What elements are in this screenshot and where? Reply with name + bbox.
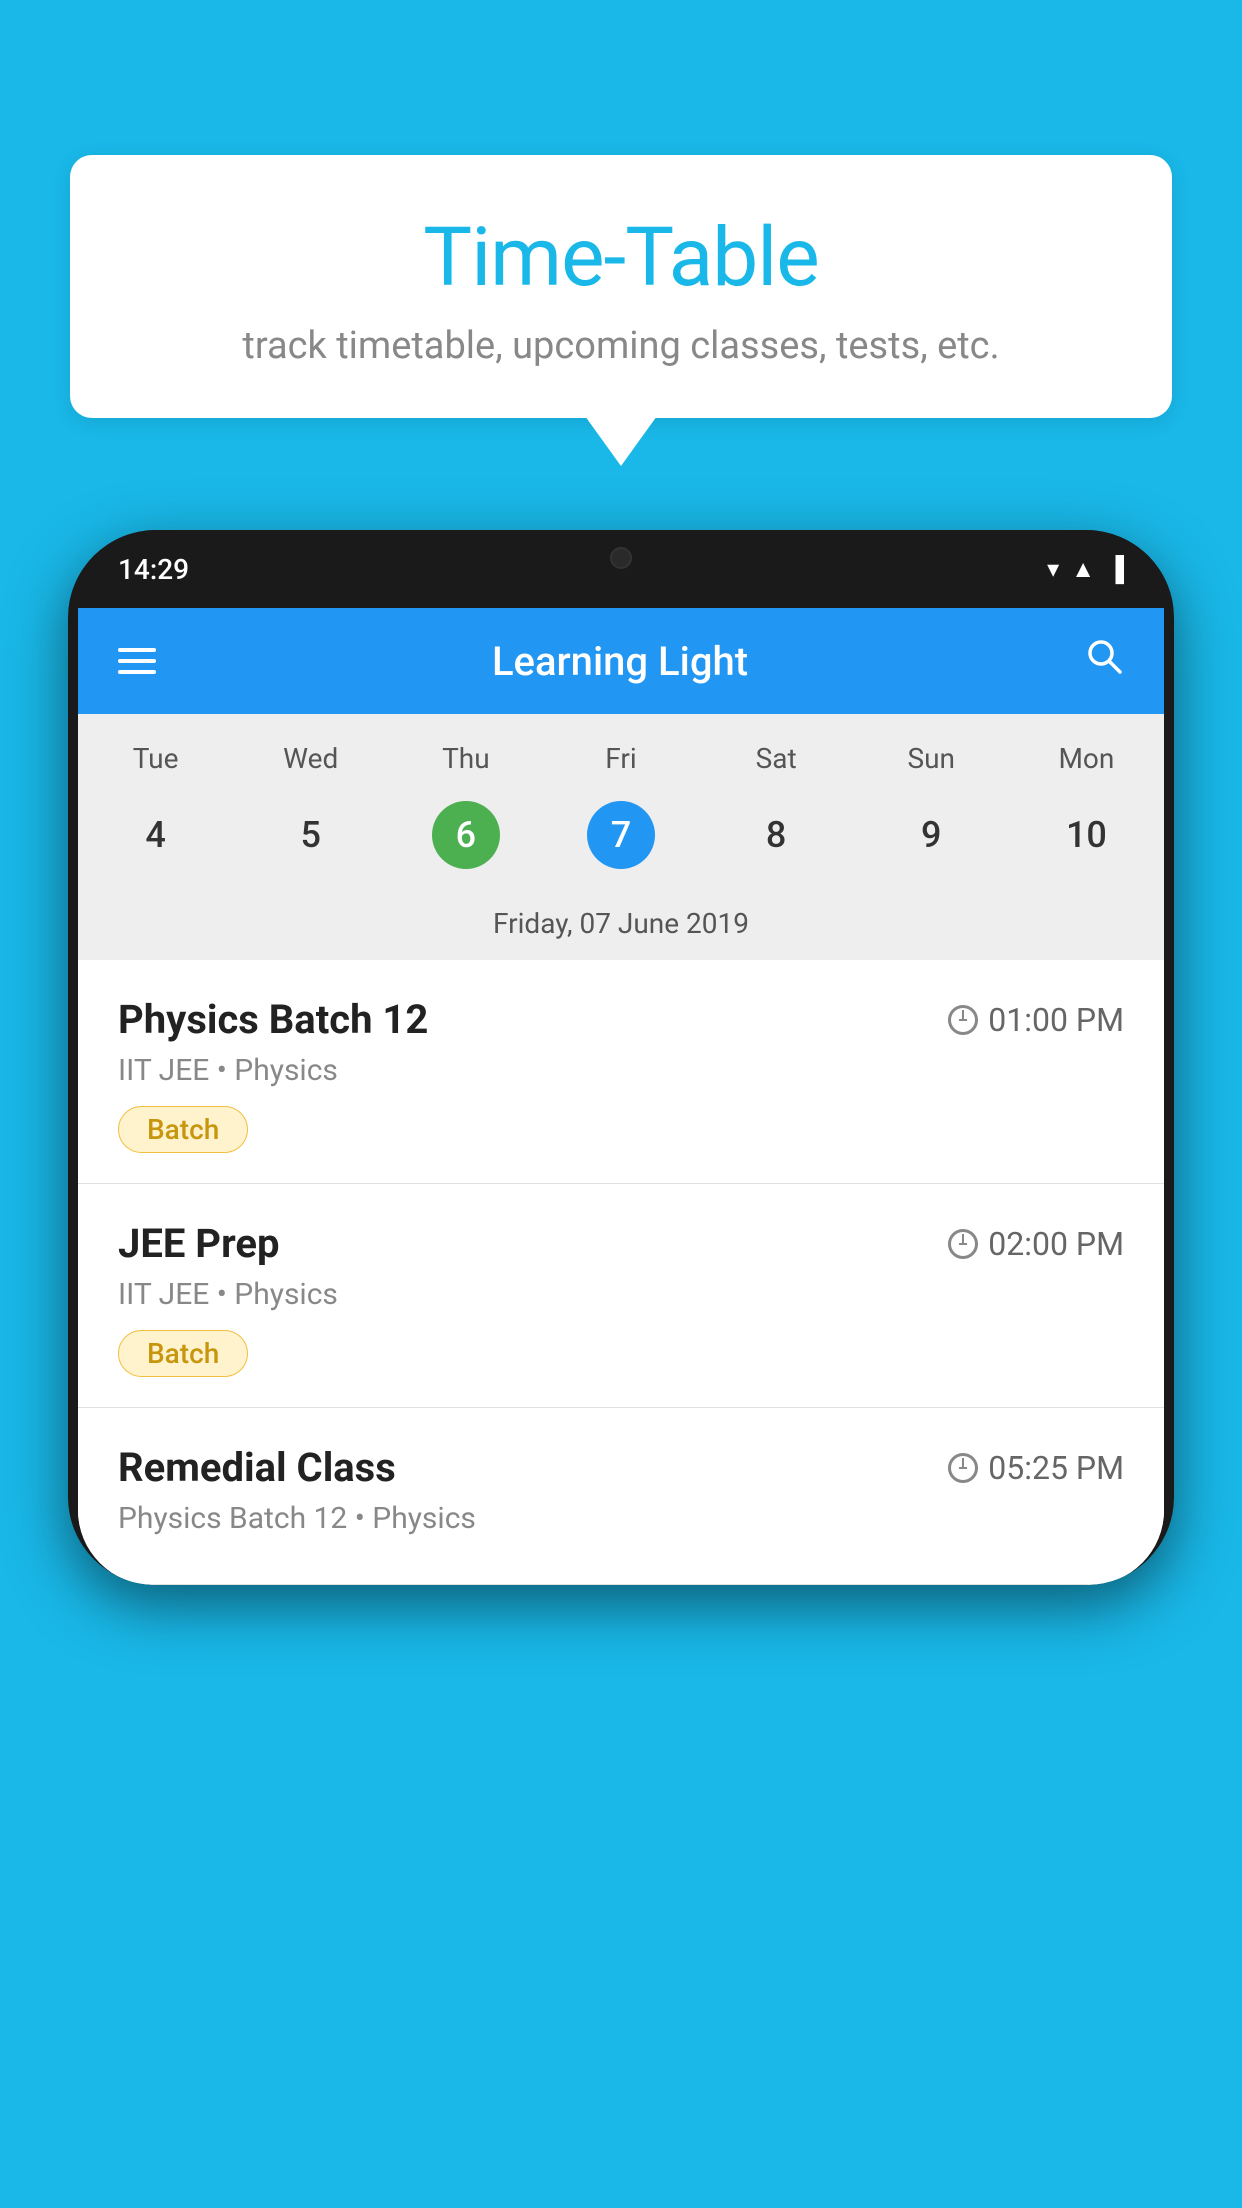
date-8[interactable]: 8 (699, 793, 854, 877)
item-time-text-2: 02:00 PM (988, 1225, 1124, 1263)
day-fri: Fri (543, 734, 698, 783)
batch-tag-1: Batch (118, 1106, 248, 1153)
clock-icon-1 (948, 1005, 978, 1035)
item-title-1: Physics Batch 12 (118, 996, 428, 1043)
app-title: Learning Light (492, 638, 748, 685)
search-button[interactable] (1084, 636, 1124, 686)
date-9[interactable]: 9 (854, 793, 1009, 877)
bubble-title: Time-Table (130, 210, 1112, 306)
date-4[interactable]: 4 (78, 793, 233, 877)
schedule-item-1[interactable]: Physics Batch 12 01:00 PM IIT JEE • Phys… (78, 960, 1164, 1184)
app-bar: Learning Light (78, 608, 1164, 714)
item-time-text-3: 05:25 PM (988, 1449, 1124, 1487)
date-6-today[interactable]: 6 (388, 793, 543, 877)
day-wed: Wed (233, 734, 388, 783)
calendar: Tue Wed Thu Fri Sat Sun Mon 4 5 (78, 714, 1164, 960)
date-5[interactable]: 5 (233, 793, 388, 877)
schedule-item-3[interactable]: Remedial Class 05:25 PM Physics Batch 12… (78, 1408, 1164, 1585)
day-sun: Sun (854, 734, 1009, 783)
status-time: 14:29 (118, 553, 189, 586)
status-icons: ▾ ▲ ▐ (1047, 555, 1124, 584)
speech-bubble-container: Time-Table track timetable, upcoming cla… (70, 155, 1172, 418)
day-mon: Mon (1009, 734, 1164, 783)
date-10[interactable]: 10 (1009, 793, 1164, 877)
days-header: Tue Wed Thu Fri Sat Sun Mon (78, 714, 1164, 793)
clock-icon-3 (948, 1453, 978, 1483)
menu-button[interactable] (118, 648, 156, 674)
phone-container: 14:29 ▾ ▲ ▐ Learning Light (68, 530, 1174, 1585)
phone-notch (521, 530, 721, 585)
schedule-list: Physics Batch 12 01:00 PM IIT JEE • Phys… (78, 960, 1164, 1585)
item-subtitle-3: Physics Batch 12 • Physics (118, 1501, 1124, 1536)
bubble-subtitle: track timetable, upcoming classes, tests… (130, 324, 1112, 368)
wifi-icon: ▾ (1047, 555, 1059, 583)
day-sat: Sat (699, 734, 854, 783)
item-time-3: 05:25 PM (948, 1449, 1124, 1487)
item-time-1: 01:00 PM (948, 1001, 1124, 1039)
batch-tag-2: Batch (118, 1330, 248, 1377)
signal-icon: ▲ (1071, 555, 1095, 584)
phone: 14:29 ▾ ▲ ▐ Learning Light (68, 530, 1174, 1585)
battery-icon: ▐ (1107, 555, 1124, 584)
selected-date-label: Friday, 07 June 2019 (78, 897, 1164, 960)
speech-bubble: Time-Table track timetable, upcoming cla… (70, 155, 1172, 418)
item-time-2: 02:00 PM (948, 1225, 1124, 1263)
clock-icon-2 (948, 1229, 978, 1259)
camera (610, 547, 632, 569)
item-subtitle-1: IIT JEE • Physics (118, 1053, 1124, 1088)
schedule-item-2[interactable]: JEE Prep 02:00 PM IIT JEE • Physics Batc… (78, 1184, 1164, 1408)
item-title-2: JEE Prep (118, 1220, 279, 1267)
item-title-3: Remedial Class (118, 1444, 396, 1491)
item-time-text-1: 01:00 PM (988, 1001, 1124, 1039)
status-bar: 14:29 ▾ ▲ ▐ (68, 530, 1174, 608)
day-tue: Tue (78, 734, 233, 783)
phone-screen: Learning Light Tue Wed Thu Fri Sat Sun (78, 608, 1164, 1585)
item-subtitle-2: IIT JEE • Physics (118, 1277, 1124, 1312)
date-7-selected[interactable]: 7 (543, 793, 698, 877)
dates-row: 4 5 6 7 8 9 (78, 793, 1164, 897)
day-thu: Thu (388, 734, 543, 783)
